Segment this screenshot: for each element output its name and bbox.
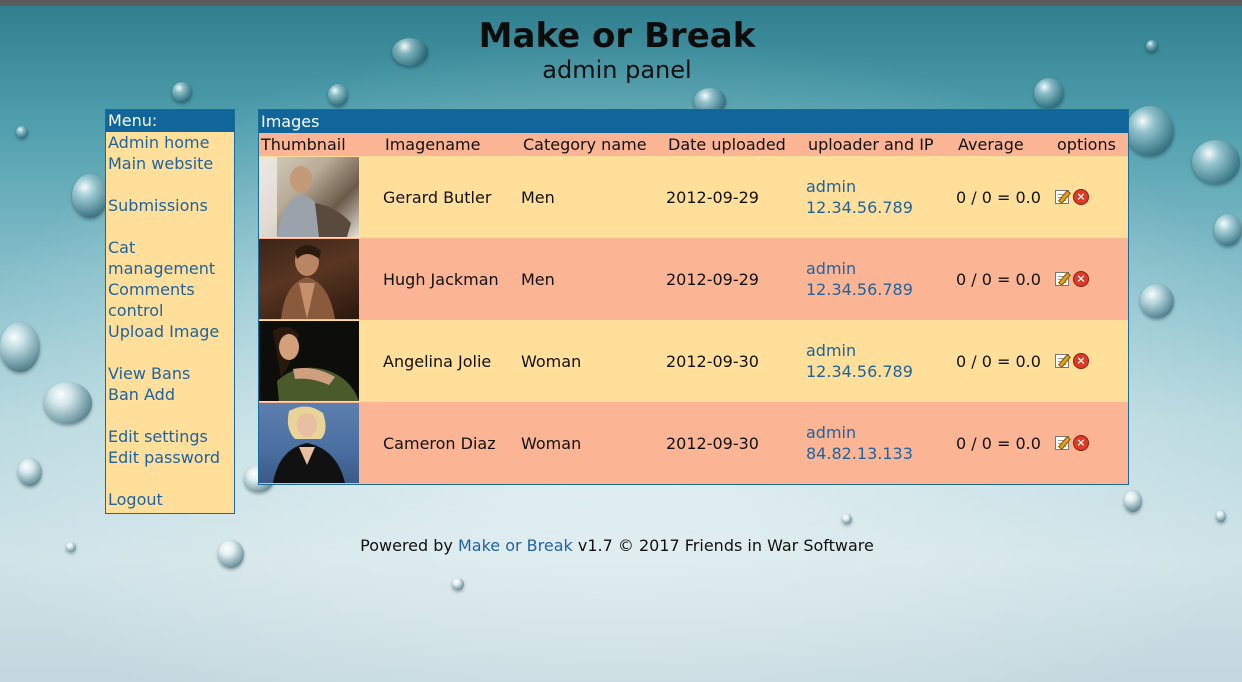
date-cell: 2012-09-29 <box>666 156 806 238</box>
menu-item-admin-home[interactable]: Admin home <box>108 132 234 153</box>
column-header-average: Average <box>956 133 1055 156</box>
site-title: Make or Break <box>478 16 756 56</box>
menu-spacer <box>108 342 234 363</box>
column-header-uploader: uploader and IP <box>806 133 956 156</box>
imagename-cell: Gerard Butler <box>383 156 521 238</box>
menu-item-ban-add[interactable]: Ban Add <box>108 384 234 405</box>
thumbnail-image[interactable] <box>259 321 359 401</box>
uploader-cell: admin 84.82.13.133 <box>806 402 956 484</box>
menu-item-view-bans[interactable]: View Bans <box>108 363 234 384</box>
imagename-cell: Cameron Diaz <box>383 402 521 484</box>
thumbnail-cell <box>259 320 383 402</box>
window-top-border <box>0 0 1242 6</box>
column-header-imagename: Imagename <box>383 133 521 156</box>
uploader-link[interactable]: admin <box>806 340 956 361</box>
options-cell: × <box>1055 402 1128 484</box>
column-header-options: options <box>1055 133 1128 156</box>
images-table: Thumbnail Imagename Category name Date u… <box>259 133 1128 484</box>
column-header-category: Category name <box>521 133 666 156</box>
table-header-row: Thumbnail Imagename Category name Date u… <box>259 133 1128 156</box>
edit-icon[interactable] <box>1055 436 1069 450</box>
table-row: Hugh Jackman Men 2012-09-29 admin 12.34.… <box>259 238 1128 320</box>
thumbnail-cell <box>259 238 383 320</box>
admin-menu: Menu: Admin home Main website Submission… <box>105 109 235 514</box>
date-cell: 2012-09-30 <box>666 320 806 402</box>
page-footer: Powered by Make or Break v1.7 © 2017 Fri… <box>0 536 1234 555</box>
menu-item-edit-settings[interactable]: Edit settings <box>108 426 234 447</box>
uploader-cell: admin 12.34.56.789 <box>806 238 956 320</box>
thumbnail-cell <box>259 156 383 238</box>
images-panel-heading: Images <box>259 110 1128 133</box>
site-header: Make or Break admin panel <box>0 16 1234 84</box>
category-cell: Men <box>521 156 666 238</box>
delete-icon[interactable]: × <box>1073 189 1089 205</box>
column-header-thumbnail: Thumbnail <box>259 133 383 156</box>
table-row: Gerard Butler Men 2012-09-29 admin 12.34… <box>259 156 1128 238</box>
uploader-link[interactable]: admin <box>806 422 956 443</box>
edit-icon[interactable] <box>1055 272 1069 286</box>
table-row: Cameron Diaz Woman 2012-09-30 admin 84.8… <box>259 402 1128 484</box>
ip-link[interactable]: 12.34.56.789 <box>806 197 956 218</box>
average-cell: 0 / 0 = 0.0 <box>956 402 1055 484</box>
footer-link[interactable]: Make or Break <box>458 536 573 555</box>
delete-icon[interactable]: × <box>1073 435 1089 451</box>
delete-icon[interactable]: × <box>1073 271 1089 287</box>
ip-link[interactable]: 12.34.56.789 <box>806 361 956 382</box>
thumbnail-image[interactable] <box>259 403 359 483</box>
menu-item-comments-control[interactable]: Comments control <box>108 279 234 321</box>
category-cell: Woman <box>521 402 666 484</box>
menu-spacer <box>108 216 234 237</box>
menu-spacer <box>108 174 234 195</box>
category-cell: Men <box>521 238 666 320</box>
options-cell: × <box>1055 156 1128 238</box>
uploader-link[interactable]: admin <box>806 176 956 197</box>
menu-item-main-website[interactable]: Main website <box>108 153 234 174</box>
ip-link[interactable]: 84.82.13.133 <box>806 443 956 464</box>
table-row: Angelina Jolie Woman 2012-09-30 admin 12… <box>259 320 1128 402</box>
thumbnail-cell <box>259 402 383 484</box>
date-cell: 2012-09-30 <box>666 402 806 484</box>
imagename-cell: Angelina Jolie <box>383 320 521 402</box>
menu-item-submissions[interactable]: Submissions <box>108 195 234 216</box>
uploader-cell: admin 12.34.56.789 <box>806 156 956 238</box>
menu-list: Admin home Main website Submissions Cat … <box>106 132 234 510</box>
menu-item-edit-password[interactable]: Edit password <box>108 447 234 468</box>
thumbnail-image[interactable] <box>259 157 359 237</box>
category-cell: Woman <box>521 320 666 402</box>
imagename-cell: Hugh Jackman <box>383 238 521 320</box>
average-cell: 0 / 0 = 0.0 <box>956 238 1055 320</box>
menu-item-upload-image[interactable]: Upload Image <box>108 321 234 342</box>
footer-suffix: v1.7 © 2017 Friends in War Software <box>577 536 874 555</box>
uploader-cell: admin 12.34.56.789 <box>806 320 956 402</box>
average-cell: 0 / 0 = 0.0 <box>956 156 1055 238</box>
options-cell: × <box>1055 238 1128 320</box>
menu-spacer <box>108 468 234 489</box>
date-cell: 2012-09-29 <box>666 238 806 320</box>
ip-link[interactable]: 12.34.56.789 <box>806 279 956 300</box>
site-subtitle: admin panel <box>542 56 692 84</box>
footer-prefix: Powered by <box>360 536 453 555</box>
average-cell: 0 / 0 = 0.0 <box>956 320 1055 402</box>
thumbnail-image[interactable] <box>259 239 359 319</box>
options-cell: × <box>1055 320 1128 402</box>
uploader-link[interactable]: admin <box>806 258 956 279</box>
menu-item-logout[interactable]: Logout <box>108 489 234 510</box>
images-panel: Images Thumbnail Imagename Category name… <box>258 109 1129 485</box>
menu-item-cat-management[interactable]: Cat management <box>108 237 234 279</box>
menu-heading: Menu: <box>106 110 234 132</box>
column-header-date: Date uploaded <box>666 133 806 156</box>
delete-icon[interactable]: × <box>1073 353 1089 369</box>
edit-icon[interactable] <box>1055 190 1069 204</box>
edit-icon[interactable] <box>1055 354 1069 368</box>
menu-spacer <box>108 405 234 426</box>
